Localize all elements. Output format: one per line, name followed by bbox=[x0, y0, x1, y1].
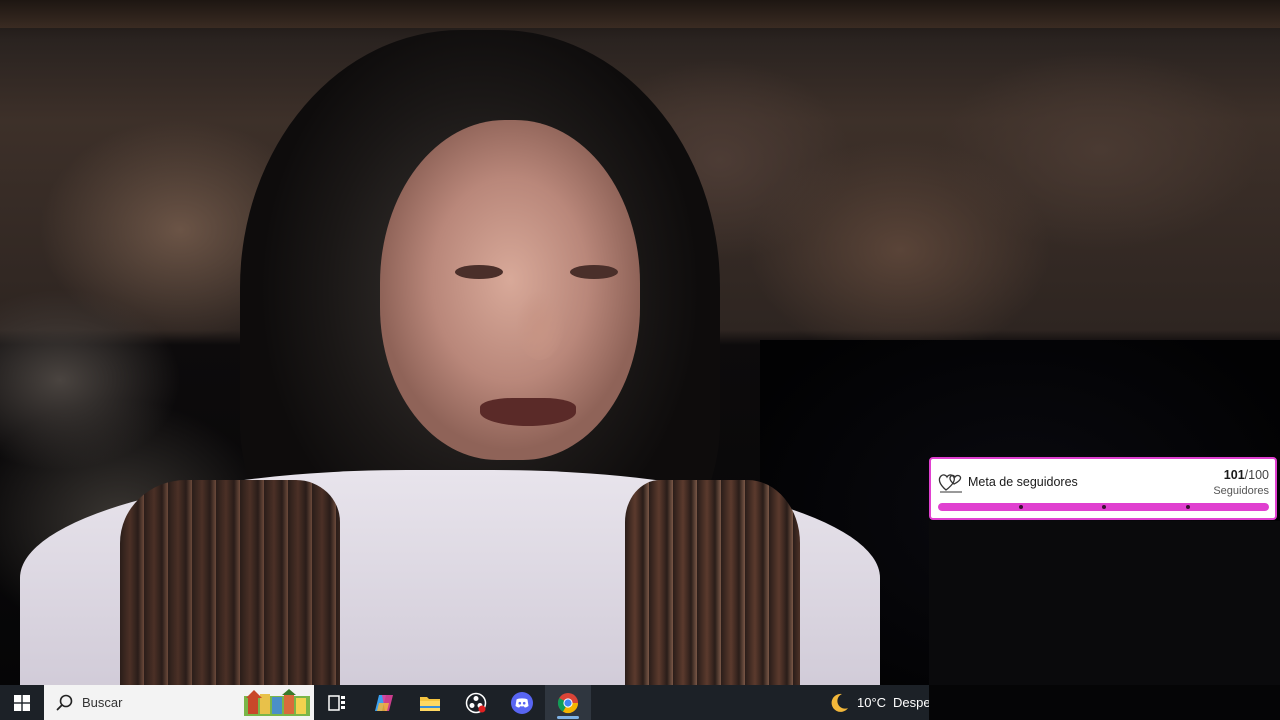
task-view-icon bbox=[328, 694, 345, 711]
folder-icon bbox=[420, 696, 440, 711]
discord-button[interactable] bbox=[499, 685, 545, 720]
overlay-dark-panel bbox=[929, 521, 1280, 685]
chrome-button[interactable] bbox=[545, 685, 591, 720]
task-view-button[interactable] bbox=[314, 685, 360, 720]
file-explorer-button[interactable] bbox=[407, 685, 453, 720]
taskbar-right-strip bbox=[929, 685, 1280, 720]
goal-current: 101 bbox=[1223, 468, 1245, 482]
search-placeholder: Buscar bbox=[82, 695, 123, 710]
goal-milestone-marker bbox=[1019, 505, 1023, 509]
person-eye-left bbox=[455, 265, 503, 279]
copilot-icon bbox=[375, 694, 393, 711]
weather-widget[interactable]: 10°C Despe bbox=[826, 685, 929, 720]
start-button[interactable] bbox=[0, 685, 44, 720]
weather-temperature: 10°C bbox=[857, 695, 887, 710]
screen: Meta de seguidores 101/100 Seguidores Bu… bbox=[0, 0, 1280, 720]
discord-icon bbox=[511, 691, 533, 714]
goal-milestone-marker bbox=[1102, 505, 1106, 509]
chrome-icon bbox=[557, 692, 579, 713]
hearts-icon bbox=[938, 474, 962, 493]
goal-progress-bar bbox=[938, 503, 1269, 511]
video-background-shelf bbox=[0, 0, 1280, 28]
search-icon bbox=[56, 694, 73, 711]
goal-target: 100 bbox=[1248, 468, 1269, 482]
taskbar-search-box[interactable]: Buscar bbox=[44, 685, 314, 720]
person-mouth bbox=[480, 398, 576, 426]
windows-icon bbox=[14, 694, 30, 711]
moon-icon bbox=[831, 693, 848, 712]
goal-count: 101/100 bbox=[1224, 468, 1269, 482]
goal-milestone-marker bbox=[1186, 505, 1190, 509]
taskbar: Buscar 10°C Despe bbox=[0, 685, 929, 720]
person-vest-right bbox=[625, 480, 800, 690]
search-highlight-illustration-icon bbox=[244, 689, 310, 716]
obs-studio-button[interactable] bbox=[453, 685, 499, 720]
goal-unit-label: Seguidores bbox=[1213, 485, 1269, 497]
weather-condition: Despe bbox=[893, 695, 929, 710]
person-eye-right bbox=[570, 265, 618, 279]
goal-title: Meta de seguidores bbox=[968, 475, 1078, 489]
follower-goal-widget: Meta de seguidores 101/100 Seguidores bbox=[929, 457, 1277, 520]
copilot-button[interactable] bbox=[361, 685, 407, 720]
person-vest-left bbox=[120, 480, 340, 690]
person-nose bbox=[515, 280, 565, 360]
obs-icon bbox=[465, 692, 487, 713]
